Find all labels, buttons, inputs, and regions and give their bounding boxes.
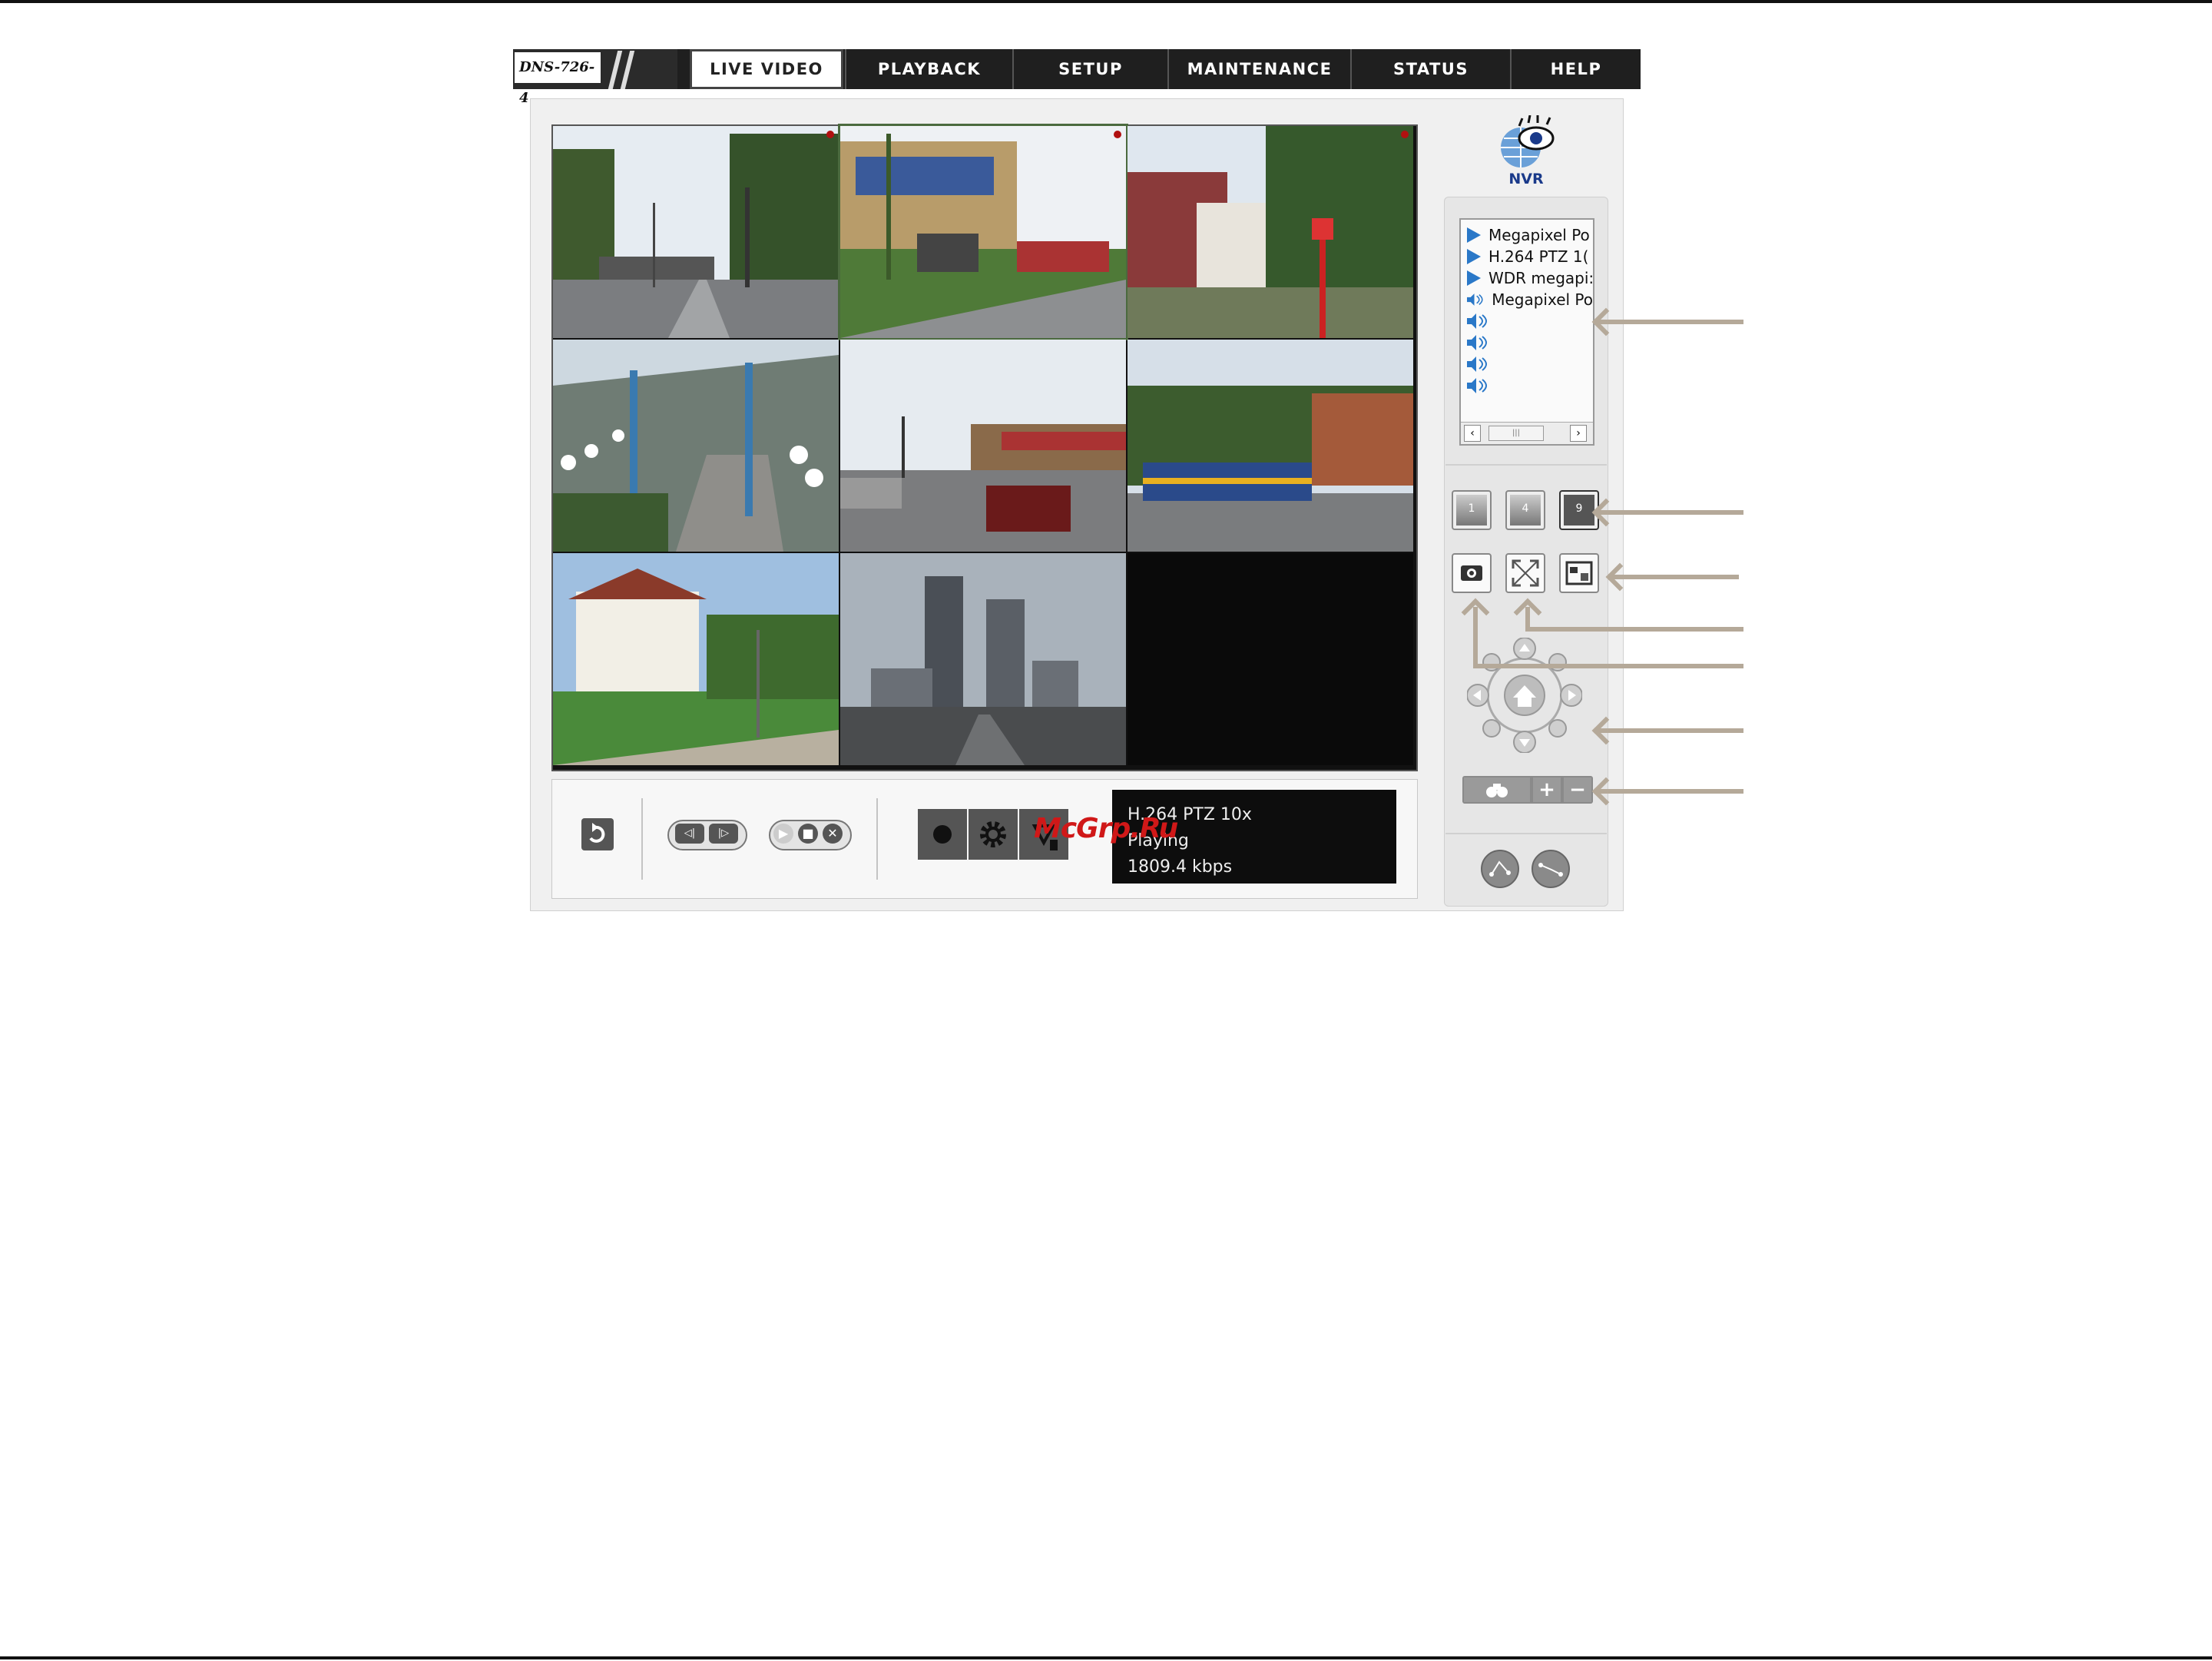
video-tile-6[interactable] <box>1128 340 1413 552</box>
scroll-right-icon[interactable]: › <box>1570 425 1587 442</box>
settings-button[interactable] <box>969 809 1018 860</box>
eye-logo-icon <box>1501 114 1555 167</box>
auto-pan-button[interactable] <box>1481 850 1519 888</box>
video-tile-1[interactable] <box>553 126 839 338</box>
video-tile-5[interactable] <box>840 340 1126 552</box>
zoom-out-button[interactable]: − <box>1564 777 1591 802</box>
binoculars-icon <box>1486 784 1508 797</box>
video-tile-8[interactable] <box>840 553 1126 765</box>
product-logo: DNS-726-4 <box>513 49 677 106</box>
video-tile-7[interactable] <box>553 553 839 765</box>
zoom-region-icon <box>1565 561 1593 585</box>
side-divider <box>1445 833 1607 834</box>
preset-view-button[interactable] <box>1464 777 1530 802</box>
video-grid <box>551 124 1418 771</box>
divider <box>641 798 643 880</box>
camera-list-item[interactable] <box>1461 310 1593 332</box>
camera-list-item[interactable]: Megapixel Po <box>1461 224 1593 246</box>
camera-list-item[interactable]: H.264 PTZ 1( <box>1461 246 1593 267</box>
layout-4-button[interactable]: 4 <box>1505 490 1545 530</box>
record-indicator <box>1401 131 1409 138</box>
preset-patrol-button[interactable] <box>1532 850 1570 888</box>
model-label: DNS-726-4 <box>515 52 601 106</box>
plus-icon: + <box>1538 778 1555 801</box>
scroll-thumb[interactable]: ||| <box>1488 426 1544 441</box>
camera-list-item[interactable] <box>1461 375 1593 396</box>
microphone-button[interactable]: |▷ <box>709 824 738 844</box>
side-divider <box>1445 464 1607 466</box>
stream-bitrate: 1809.4 kbps <box>1128 857 1233 877</box>
callout-arrow-fullscreen <box>1527 627 1743 632</box>
ptz-direction-pad <box>1466 637 1583 754</box>
horizontal-scrollbar[interactable]: ‹ ||| › <box>1461 422 1593 444</box>
play-icon <box>1467 227 1481 243</box>
minus-icon: − <box>1569 778 1586 801</box>
expand-icon <box>1512 559 1539 587</box>
speaker-button[interactable]: ◁| <box>675 824 704 844</box>
close-button[interactable]: ✕ <box>823 824 843 844</box>
play-icon <box>1467 249 1481 264</box>
tab-status[interactable]: STATUS <box>1350 49 1510 89</box>
tab-live-video[interactable]: LIVE VIDEO <box>690 49 843 89</box>
speaker-icon <box>1467 335 1487 350</box>
camera-list: Megapixel Po H.264 PTZ 1( WDR megapi: Me… <box>1459 218 1594 446</box>
tab-playback[interactable]: PLAYBACK <box>845 49 1012 89</box>
zoom-in-button[interactable]: + <box>1533 777 1561 802</box>
refresh-button[interactable] <box>581 818 614 850</box>
video-tile-2[interactable] <box>838 124 1128 340</box>
nvr-logo: NVR <box>1488 114 1565 189</box>
bottom-rule <box>0 1656 2212 1659</box>
tab-setup[interactable]: SETUP <box>1012 49 1167 89</box>
refresh-icon <box>589 823 605 843</box>
record-indicator <box>826 131 834 138</box>
speaker-icon <box>1467 313 1487 329</box>
video-tile-4[interactable] <box>553 340 839 552</box>
speaker-icon <box>1467 378 1487 393</box>
logo-slash-1 <box>608 51 623 89</box>
speaker-icon <box>1467 356 1487 372</box>
ptz-down-left-button[interactable] <box>1482 719 1501 738</box>
record-icon <box>933 825 952 844</box>
playback-control-group: ▶ ■ ✕ <box>769 820 852 850</box>
zoom-control-bar: + − <box>1462 776 1593 804</box>
camera-list-item[interactable]: Megapixel Po <box>1461 289 1593 310</box>
pan-route-icon <box>1489 860 1511 877</box>
snapshot-button[interactable] <box>1452 553 1492 593</box>
tab-maintenance[interactable]: MAINTENANCE <box>1167 49 1350 89</box>
eptz-button[interactable] <box>1559 553 1599 593</box>
top-navigation: DNS-726-4 LIVE VIDEO PLAYBACK SETUP MAIN… <box>513 49 1641 106</box>
audio-toggle-group: ◁| |▷ <box>667 820 747 850</box>
top-rule <box>0 0 2212 3</box>
divider <box>876 798 878 880</box>
play-icon <box>1467 270 1481 286</box>
stop-button[interactable]: ■ <box>798 824 818 844</box>
camera-list-item[interactable]: WDR megapi: <box>1461 267 1593 289</box>
speaker-icon <box>1467 293 1483 306</box>
logo-slash-2 <box>620 51 635 89</box>
record-button[interactable] <box>918 809 967 860</box>
camera-list-item[interactable] <box>1461 332 1593 353</box>
ptz-down-right-button[interactable] <box>1548 719 1567 738</box>
camera-list-item[interactable] <box>1461 353 1593 375</box>
callout-arrow-snapshot <box>1475 664 1743 668</box>
video-tile-9-empty[interactable] <box>1128 553 1413 765</box>
camera-icon <box>1461 565 1482 581</box>
watermark: McGrp.Ru <box>1034 813 1178 844</box>
gear-icon <box>980 821 1006 847</box>
fullscreen-button[interactable] <box>1505 553 1545 593</box>
patrol-icon <box>1538 863 1563 877</box>
nvr-label: NVR <box>1508 171 1544 187</box>
play-button[interactable]: ▶ <box>773 824 793 844</box>
video-tile-3[interactable] <box>1128 126 1413 338</box>
layout-1-button[interactable]: 1 <box>1452 490 1492 530</box>
tab-help[interactable]: HELP <box>1510 49 1641 89</box>
record-indicator <box>1114 131 1121 138</box>
scroll-left-icon[interactable]: ‹ <box>1464 425 1481 442</box>
